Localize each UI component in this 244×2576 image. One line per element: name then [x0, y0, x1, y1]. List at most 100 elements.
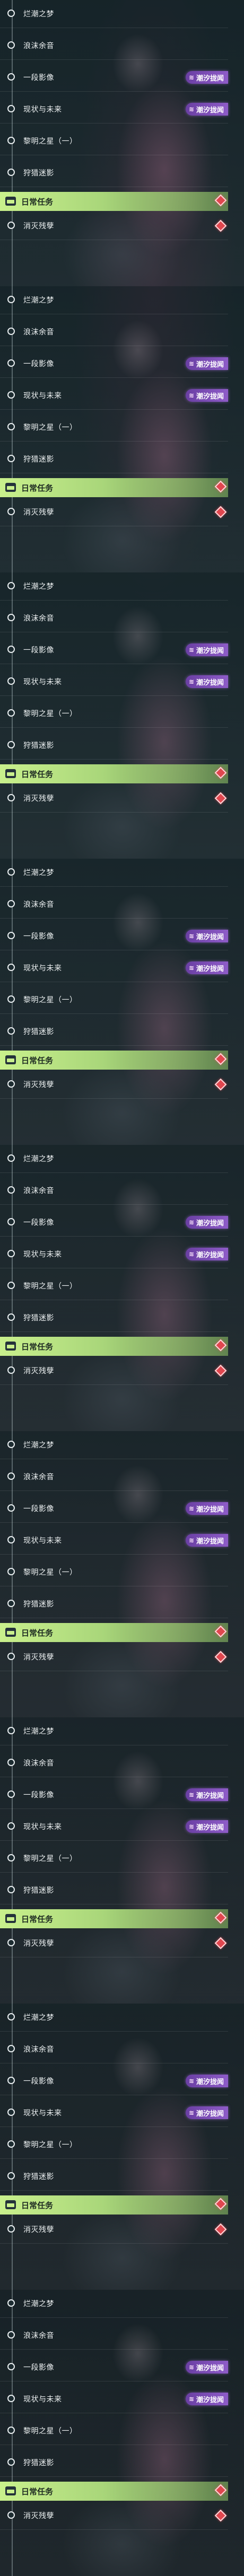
daily-quests-header[interactable]: 日常任务	[0, 764, 228, 783]
daily-quests-header[interactable]: 日常任务	[0, 1623, 228, 1642]
quest-item[interactable]: 现状与未来 ≋ 潮汐拢闻	[0, 954, 228, 982]
quest-item[interactable]: 一段影像 ≋ 潮汐拢闻	[0, 922, 228, 950]
quest-label: 狩猎迷影	[23, 2173, 54, 2181]
quest-item[interactable]: 现状与未来 ≋ 潮汐拢闻	[0, 1240, 228, 1268]
daily-quests-header[interactable]: 日常任务	[0, 1051, 228, 1070]
quest-item[interactable]: 浪沫余音	[0, 2322, 228, 2350]
quest-item[interactable]: 一段影像 ≋ 潮汐拢闻	[0, 64, 228, 92]
daily-quest-item[interactable]: 消灭残孽	[0, 1357, 228, 1385]
daily-quest-item[interactable]: 消灭残孽	[0, 498, 228, 526]
quest-log-screen: 烂潮之梦 浪沫余音 一段影像 ≋ 潮汐拢闻 现状与未来 ≋ 潮汐拢闻 黎明之星（一） 狩…	[0, 0, 244, 2576]
quest-item[interactable]: 狩猎迷影	[0, 445, 228, 473]
quest-item[interactable]: 现状与未来 ≋ 潮汐拢闻	[0, 95, 228, 123]
daily-quest-item[interactable]: 消灭残孽	[0, 212, 228, 240]
quest-item[interactable]: 狩猎迷影	[0, 1304, 228, 1332]
wave-icon: ≋	[188, 1219, 194, 1226]
daily-quest-item[interactable]: 消灭残孽	[0, 1643, 228, 1671]
quest-item[interactable]: 黎明之星（一）	[0, 1558, 228, 1586]
quest-item[interactable]: 烂潮之梦	[0, 1145, 228, 1173]
quest-dot-icon	[7, 1822, 15, 1830]
quest-item[interactable]: 浪沫余音	[0, 318, 228, 346]
calendar-icon	[5, 1055, 16, 1064]
quest-label: 烂潮之梦	[23, 869, 54, 877]
quest-item[interactable]: 烂潮之梦	[0, 1717, 228, 1745]
quest-item[interactable]: 狩猎迷影	[0, 2449, 228, 2477]
quest-item[interactable]: 黎明之星（一）	[0, 986, 228, 1014]
quest-item[interactable]: 一段影像 ≋ 潮汐拢闻	[0, 350, 228, 378]
daily-quests-header[interactable]: 日常任务	[0, 1909, 228, 1928]
quest-item[interactable]: 浪沫余音	[0, 890, 228, 919]
daily-quest-item[interactable]: 消灭残孽	[0, 2502, 228, 2530]
quest-item[interactable]: 烂潮之梦	[0, 1431, 228, 1459]
quest-item[interactable]: 烂潮之梦	[0, 0, 228, 28]
quest-item[interactable]: 浪沫余音	[0, 604, 228, 632]
quest-item[interactable]: 黎明之星（一）	[0, 1845, 228, 1873]
quest-item[interactable]: 狩猎迷影	[0, 731, 228, 760]
quest-label: 一段影像	[23, 2363, 54, 2372]
daily-quests-header[interactable]: 日常任务	[0, 1337, 228, 1356]
quest-panel: 烂潮之梦 浪沫余音 一段影像 ≋ 潮汐拢闻 现状与未来 ≋ 潮汐拢闻 黎明之星（一） 狩…	[0, 859, 244, 1145]
quest-item[interactable]: 现状与未来 ≋ 潮汐拢闻	[0, 668, 228, 696]
quest-panel: 烂潮之梦 浪沫余音 一段影像 ≋ 潮汐拢闻 现状与未来 ≋ 潮汐拢闻 黎明之星（一） 狩…	[0, 572, 244, 859]
quest-item[interactable]: 一段影像 ≋ 潮汐拢闻	[0, 1208, 228, 1237]
daily-quest-item[interactable]: 消灭残孽	[0, 784, 228, 813]
quest-item[interactable]: 浪沫余音	[0, 1463, 228, 1491]
quest-label: 浪沫余音	[23, 1759, 54, 1768]
daily-quests-header[interactable]: 日常任务	[0, 2482, 228, 2501]
quest-dot-icon	[7, 2427, 15, 2434]
quest-item[interactable]: 现状与未来 ≋ 潮汐拢闻	[0, 2099, 228, 2127]
daily-quests-header[interactable]: 日常任务	[0, 2195, 228, 2215]
quest-item[interactable]: 狩猎迷影	[0, 1876, 228, 1904]
daily-quests-header[interactable]: 日常任务	[0, 478, 228, 497]
quest-item[interactable]: 现状与未来 ≋ 潮汐拢闻	[0, 382, 228, 410]
daily-quest-item[interactable]: 消灭残孽	[0, 1071, 228, 1099]
quest-item[interactable]: 黎明之星（一）	[0, 2417, 228, 2445]
event-tag: ≋ 潮汐拢闻	[185, 675, 228, 688]
quest-item[interactable]: 狩猎迷影	[0, 159, 228, 187]
quest-label: 现状与未来	[23, 1537, 62, 1545]
quest-label: 烂潮之梦	[23, 10, 54, 19]
quest-item[interactable]: 浪沫余音	[0, 1177, 228, 1205]
gem-icon	[214, 219, 227, 232]
quest-label: 黎明之星（一）	[23, 2427, 77, 2436]
quest-item[interactable]: 黎明之星（一）	[0, 1272, 228, 1300]
quest-panel: 烂潮之梦 浪沫余音 一段影像 ≋ 潮汐拢闻 现状与未来 ≋ 潮汐拢闻 黎明之星（一） 狩…	[0, 1431, 244, 1717]
quest-item[interactable]: 浪沫余音	[0, 2035, 228, 2063]
quest-dot-icon	[7, 995, 15, 1003]
quest-item[interactable]: 狩猎迷影	[0, 2163, 228, 2191]
quest-dot-icon	[7, 1080, 15, 1088]
quest-item[interactable]: 烂潮之梦	[0, 2004, 228, 2032]
quest-item[interactable]: 烂潮之梦	[0, 2290, 228, 2318]
daily-quest-item[interactable]: 消灭残孽	[0, 1929, 228, 1957]
quest-label: 黎明之星（一）	[23, 1568, 77, 1577]
quest-item[interactable]: 一段影像 ≋ 潮汐拢闻	[0, 1781, 228, 1809]
quest-item[interactable]: 一段影像 ≋ 潮汐拢闻	[0, 636, 228, 664]
wave-icon: ≋	[188, 646, 194, 654]
quest-item[interactable]: 黎明之星（一）	[0, 413, 228, 442]
daily-quests-header[interactable]: 日常任务	[0, 192, 228, 211]
event-tag: ≋ 潮汐拢闻	[185, 961, 228, 974]
quest-item[interactable]: 一段影像 ≋ 潮汐拢闻	[0, 1495, 228, 1523]
quest-item[interactable]: 烂潮之梦	[0, 859, 228, 887]
daily-quest-item[interactable]: 消灭残孽	[0, 2216, 228, 2244]
quest-item[interactable]: 烂潮之梦	[0, 286, 228, 314]
quest-item[interactable]: 一段影像 ≋ 潮汐拢闻	[0, 2067, 228, 2095]
quest-item[interactable]: 现状与未来 ≋ 潮汐拢闻	[0, 2385, 228, 2413]
wave-icon: ≋	[188, 392, 194, 399]
quest-item[interactable]: 黎明之星（一）	[0, 127, 228, 155]
quest-item[interactable]: 现状与未来 ≋ 潮汐拢闻	[0, 1813, 228, 1841]
quest-item[interactable]: 现状与未来 ≋ 潮汐拢闻	[0, 1527, 228, 1555]
quest-item[interactable]: 浪沫余音	[0, 1749, 228, 1777]
quest-item[interactable]: 黎明之星（一）	[0, 2131, 228, 2159]
quest-item[interactable]: 狩猎迷影	[0, 1018, 228, 1046]
quest-dot-icon	[7, 1939, 15, 1946]
quest-dot-icon	[7, 1186, 15, 1194]
quest-item[interactable]: 烂潮之梦	[0, 572, 228, 601]
quest-label: 现状与未来	[23, 2109, 62, 2118]
quest-item[interactable]: 黎明之星（一）	[0, 700, 228, 728]
quest-item[interactable]: 狩猎迷影	[0, 1590, 228, 1618]
quest-label: 消灭残孽	[23, 1653, 54, 1662]
quest-item[interactable]: 一段影像 ≋ 潮汐拢闻	[0, 2353, 228, 2381]
quest-dot-icon	[7, 900, 15, 907]
quest-item[interactable]: 浪沫余音	[0, 32, 228, 60]
